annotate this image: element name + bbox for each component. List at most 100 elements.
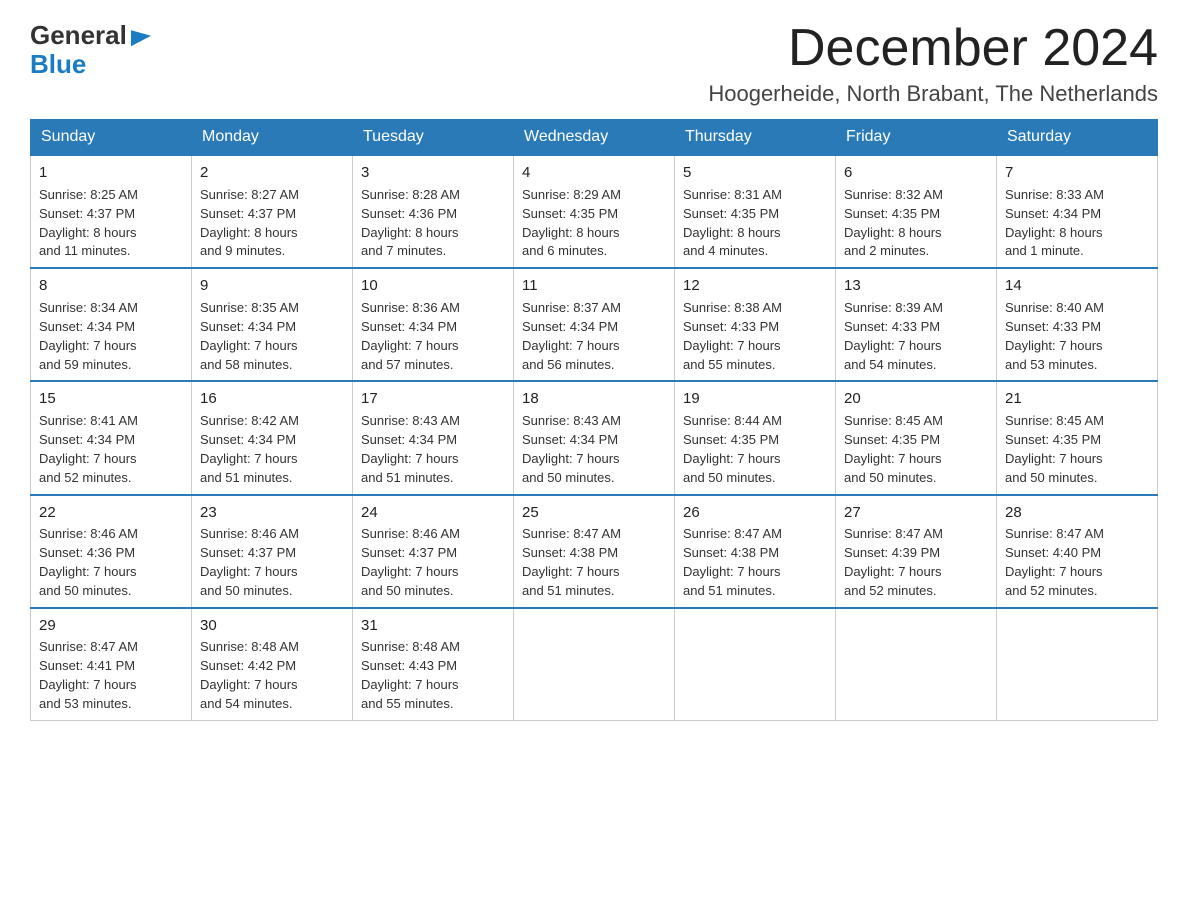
day-number: 9	[200, 275, 344, 297]
weekday-header-sunday: Sunday	[31, 120, 192, 156]
calendar-day-29: 29Sunrise: 8:47 AM Sunset: 4:41 PM Dayli…	[31, 608, 192, 721]
calendar-day-23: 23Sunrise: 8:46 AM Sunset: 4:37 PM Dayli…	[192, 495, 353, 608]
calendar-day-empty	[675, 608, 836, 721]
day-number: 11	[522, 275, 666, 297]
calendar-day-14: 14Sunrise: 8:40 AM Sunset: 4:33 PM Dayli…	[997, 268, 1158, 381]
calendar-day-27: 27Sunrise: 8:47 AM Sunset: 4:39 PM Dayli…	[836, 495, 997, 608]
day-info-text: Sunrise: 8:47 AM Sunset: 4:38 PM Dayligh…	[683, 525, 827, 600]
calendar-day-17: 17Sunrise: 8:43 AM Sunset: 4:34 PM Dayli…	[353, 381, 514, 494]
day-number: 8	[39, 275, 183, 297]
day-info-text: Sunrise: 8:28 AM Sunset: 4:36 PM Dayligh…	[361, 186, 505, 261]
day-number: 2	[200, 162, 344, 184]
day-number: 14	[1005, 275, 1149, 297]
day-number: 13	[844, 275, 988, 297]
day-info-text: Sunrise: 8:47 AM Sunset: 4:38 PM Dayligh…	[522, 525, 666, 600]
day-number: 20	[844, 388, 988, 410]
weekday-header-tuesday: Tuesday	[353, 120, 514, 156]
day-number: 21	[1005, 388, 1149, 410]
title-area: December 2024 Hoogerheide, North Brabant…	[708, 20, 1158, 107]
day-number: 4	[522, 162, 666, 184]
day-number: 28	[1005, 502, 1149, 524]
location-subtitle: Hoogerheide, North Brabant, The Netherla…	[708, 81, 1158, 107]
calendar-day-31: 31Sunrise: 8:48 AM Sunset: 4:43 PM Dayli…	[353, 608, 514, 721]
day-number: 29	[39, 615, 183, 637]
calendar-day-empty	[836, 608, 997, 721]
weekday-header-thursday: Thursday	[675, 120, 836, 156]
day-info-text: Sunrise: 8:47 AM Sunset: 4:41 PM Dayligh…	[39, 638, 183, 713]
calendar-day-2: 2Sunrise: 8:27 AM Sunset: 4:37 PM Daylig…	[192, 155, 353, 268]
day-info-text: Sunrise: 8:45 AM Sunset: 4:35 PM Dayligh…	[844, 412, 988, 487]
day-info-text: Sunrise: 8:47 AM Sunset: 4:40 PM Dayligh…	[1005, 525, 1149, 600]
day-number: 30	[200, 615, 344, 637]
weekday-header-row: SundayMondayTuesdayWednesdayThursdayFrid…	[31, 120, 1158, 156]
day-number: 24	[361, 502, 505, 524]
day-info-text: Sunrise: 8:48 AM Sunset: 4:43 PM Dayligh…	[361, 638, 505, 713]
calendar-week-row-5: 29Sunrise: 8:47 AM Sunset: 4:41 PM Dayli…	[31, 608, 1158, 721]
day-info-text: Sunrise: 8:43 AM Sunset: 4:34 PM Dayligh…	[361, 412, 505, 487]
day-number: 1	[39, 162, 183, 184]
day-info-text: Sunrise: 8:47 AM Sunset: 4:39 PM Dayligh…	[844, 525, 988, 600]
day-info-text: Sunrise: 8:39 AM Sunset: 4:33 PM Dayligh…	[844, 299, 988, 374]
calendar-week-row-4: 22Sunrise: 8:46 AM Sunset: 4:36 PM Dayli…	[31, 495, 1158, 608]
calendar-day-24: 24Sunrise: 8:46 AM Sunset: 4:37 PM Dayli…	[353, 495, 514, 608]
day-number: 6	[844, 162, 988, 184]
calendar-week-row-2: 8Sunrise: 8:34 AM Sunset: 4:34 PM Daylig…	[31, 268, 1158, 381]
logo-blue-text: Blue	[30, 51, 151, 77]
calendar-week-row-3: 15Sunrise: 8:41 AM Sunset: 4:34 PM Dayli…	[31, 381, 1158, 494]
calendar-day-6: 6Sunrise: 8:32 AM Sunset: 4:35 PM Daylig…	[836, 155, 997, 268]
logo-arrow-icon	[131, 23, 151, 45]
calendar-day-8: 8Sunrise: 8:34 AM Sunset: 4:34 PM Daylig…	[31, 268, 192, 381]
calendar-day-7: 7Sunrise: 8:33 AM Sunset: 4:34 PM Daylig…	[997, 155, 1158, 268]
day-number: 18	[522, 388, 666, 410]
calendar-day-1: 1Sunrise: 8:25 AM Sunset: 4:37 PM Daylig…	[31, 155, 192, 268]
day-number: 7	[1005, 162, 1149, 184]
day-info-text: Sunrise: 8:32 AM Sunset: 4:35 PM Dayligh…	[844, 186, 988, 261]
logo: General Blue	[30, 20, 151, 77]
day-number: 12	[683, 275, 827, 297]
calendar-day-4: 4Sunrise: 8:29 AM Sunset: 4:35 PM Daylig…	[514, 155, 675, 268]
day-info-text: Sunrise: 8:29 AM Sunset: 4:35 PM Dayligh…	[522, 186, 666, 261]
day-info-text: Sunrise: 8:43 AM Sunset: 4:34 PM Dayligh…	[522, 412, 666, 487]
day-info-text: Sunrise: 8:33 AM Sunset: 4:34 PM Dayligh…	[1005, 186, 1149, 261]
calendar-week-row-1: 1Sunrise: 8:25 AM Sunset: 4:37 PM Daylig…	[31, 155, 1158, 268]
calendar-day-3: 3Sunrise: 8:28 AM Sunset: 4:36 PM Daylig…	[353, 155, 514, 268]
day-number: 10	[361, 275, 505, 297]
calendar-day-16: 16Sunrise: 8:42 AM Sunset: 4:34 PM Dayli…	[192, 381, 353, 494]
calendar-day-20: 20Sunrise: 8:45 AM Sunset: 4:35 PM Dayli…	[836, 381, 997, 494]
calendar-day-10: 10Sunrise: 8:36 AM Sunset: 4:34 PM Dayli…	[353, 268, 514, 381]
day-info-text: Sunrise: 8:36 AM Sunset: 4:34 PM Dayligh…	[361, 299, 505, 374]
calendar-day-9: 9Sunrise: 8:35 AM Sunset: 4:34 PM Daylig…	[192, 268, 353, 381]
weekday-header-monday: Monday	[192, 120, 353, 156]
day-info-text: Sunrise: 8:34 AM Sunset: 4:34 PM Dayligh…	[39, 299, 183, 374]
day-info-text: Sunrise: 8:45 AM Sunset: 4:35 PM Dayligh…	[1005, 412, 1149, 487]
calendar-day-18: 18Sunrise: 8:43 AM Sunset: 4:34 PM Dayli…	[514, 381, 675, 494]
calendar-day-11: 11Sunrise: 8:37 AM Sunset: 4:34 PM Dayli…	[514, 268, 675, 381]
day-info-text: Sunrise: 8:27 AM Sunset: 4:37 PM Dayligh…	[200, 186, 344, 261]
logo-general-text: General	[30, 20, 151, 51]
calendar-day-28: 28Sunrise: 8:47 AM Sunset: 4:40 PM Dayli…	[997, 495, 1158, 608]
weekday-header-wednesday: Wednesday	[514, 120, 675, 156]
day-info-text: Sunrise: 8:37 AM Sunset: 4:34 PM Dayligh…	[522, 299, 666, 374]
calendar-day-13: 13Sunrise: 8:39 AM Sunset: 4:33 PM Dayli…	[836, 268, 997, 381]
day-number: 15	[39, 388, 183, 410]
calendar-day-21: 21Sunrise: 8:45 AM Sunset: 4:35 PM Dayli…	[997, 381, 1158, 494]
day-number: 5	[683, 162, 827, 184]
day-number: 26	[683, 502, 827, 524]
day-info-text: Sunrise: 8:41 AM Sunset: 4:34 PM Dayligh…	[39, 412, 183, 487]
day-info-text: Sunrise: 8:48 AM Sunset: 4:42 PM Dayligh…	[200, 638, 344, 713]
calendar-day-30: 30Sunrise: 8:48 AM Sunset: 4:42 PM Dayli…	[192, 608, 353, 721]
weekday-header-friday: Friday	[836, 120, 997, 156]
day-info-text: Sunrise: 8:35 AM Sunset: 4:34 PM Dayligh…	[200, 299, 344, 374]
weekday-header-saturday: Saturday	[997, 120, 1158, 156]
page-header: General Blue December 2024 Hoogerheide, …	[30, 20, 1158, 107]
day-number: 22	[39, 502, 183, 524]
day-number: 27	[844, 502, 988, 524]
day-info-text: Sunrise: 8:46 AM Sunset: 4:37 PM Dayligh…	[200, 525, 344, 600]
calendar-day-15: 15Sunrise: 8:41 AM Sunset: 4:34 PM Dayli…	[31, 381, 192, 494]
day-info-text: Sunrise: 8:31 AM Sunset: 4:35 PM Dayligh…	[683, 186, 827, 261]
day-number: 3	[361, 162, 505, 184]
day-number: 16	[200, 388, 344, 410]
day-number: 25	[522, 502, 666, 524]
calendar-table: SundayMondayTuesdayWednesdayThursdayFrid…	[30, 119, 1158, 721]
calendar-day-empty	[514, 608, 675, 721]
